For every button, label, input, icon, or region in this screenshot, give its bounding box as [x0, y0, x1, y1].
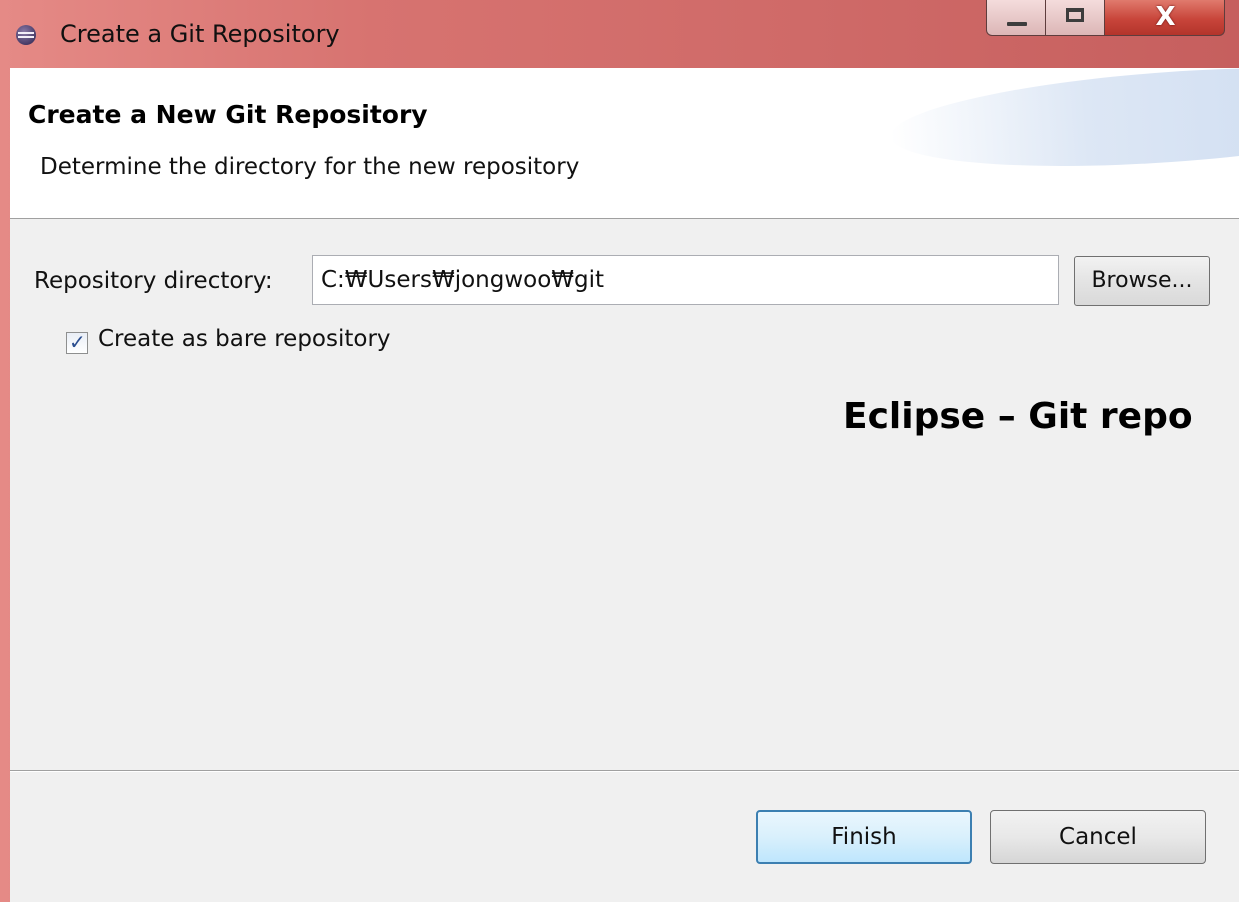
- repository-directory-input[interactable]: [312, 255, 1059, 305]
- checkmark-icon: ✓: [69, 330, 86, 354]
- overlay-caption: Eclipse – Git repo: [843, 396, 1193, 437]
- repository-directory-label: Repository directory:: [34, 268, 273, 294]
- banner-graphic: [887, 68, 1239, 182]
- dialog-body: Create a New Git Repository Determine th…: [10, 68, 1239, 902]
- dialog-window: Create a Git Repository X Create a New G…: [0, 0, 1239, 902]
- page-title: Create a New Git Repository: [28, 100, 428, 129]
- maximize-icon: [1066, 8, 1084, 22]
- browse-button[interactable]: Browse...: [1074, 256, 1210, 306]
- cancel-button[interactable]: Cancel: [990, 810, 1206, 864]
- minimize-button[interactable]: [986, 0, 1046, 36]
- finish-button[interactable]: Finish: [756, 810, 972, 864]
- eclipse-icon: [16, 25, 36, 45]
- close-icon: X: [1155, 2, 1176, 32]
- window-controls: X: [986, 0, 1239, 38]
- footer-divider-highlight: [10, 771, 1239, 772]
- bare-repository-checkbox[interactable]: ✓: [66, 330, 88, 354]
- minimize-icon: [1007, 22, 1027, 26]
- window-title: Create a Git Repository: [60, 20, 340, 48]
- title-bar[interactable]: Create a Git Repository X: [0, 0, 1239, 68]
- page-description: Determine the directory for the new repo…: [40, 154, 580, 180]
- bare-repository-label[interactable]: Create as bare repository: [98, 326, 391, 352]
- maximize-button[interactable]: [1045, 0, 1105, 36]
- close-button[interactable]: X: [1104, 0, 1225, 36]
- wizard-header: Create a New Git Repository Determine th…: [10, 68, 1239, 219]
